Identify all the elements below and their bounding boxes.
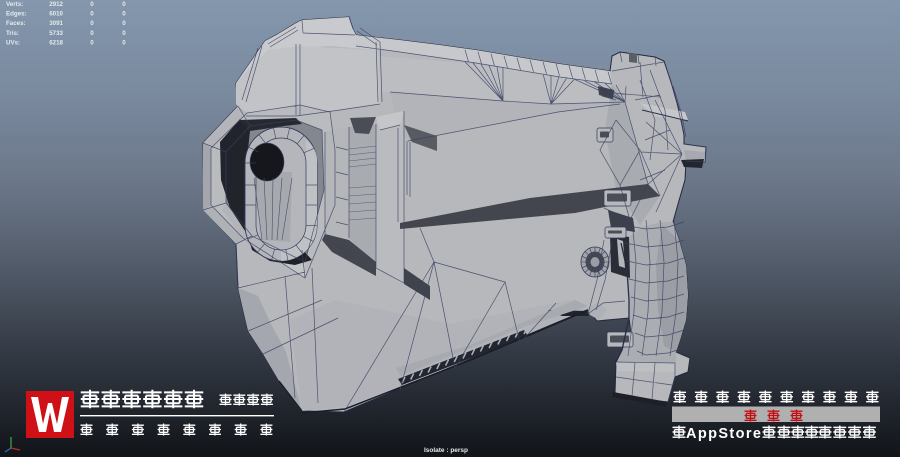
svg-text:5733: 5733 xyxy=(49,30,63,37)
svg-text:0: 0 xyxy=(122,39,126,46)
svg-text:Tris:: Tris: xyxy=(6,30,19,37)
svg-text:0: 0 xyxy=(90,39,94,46)
svg-text:UVs:: UVs: xyxy=(6,39,20,46)
svg-text:0: 0 xyxy=(122,11,126,18)
svg-text:Faces:: Faces: xyxy=(6,20,26,27)
svg-text:AppStore: AppStore xyxy=(686,426,761,442)
svg-text:0: 0 xyxy=(122,30,126,37)
svg-text:Edges:: Edges: xyxy=(6,11,27,18)
svg-text:0: 0 xyxy=(90,1,94,8)
svg-text:0: 0 xyxy=(122,1,126,8)
svg-text:0: 0 xyxy=(122,20,126,27)
svg-text:0: 0 xyxy=(90,20,94,27)
svg-text:0: 0 xyxy=(90,11,94,18)
svg-text:6010: 6010 xyxy=(49,11,63,18)
svg-text:0: 0 xyxy=(90,30,94,37)
svg-text:Verts:: Verts: xyxy=(6,1,23,8)
svg-text:3091: 3091 xyxy=(49,20,63,27)
svg-text:6218: 6218 xyxy=(49,39,63,46)
svg-text:Isolate : persp: Isolate : persp xyxy=(424,447,468,454)
svg-text:2912: 2912 xyxy=(49,1,63,8)
